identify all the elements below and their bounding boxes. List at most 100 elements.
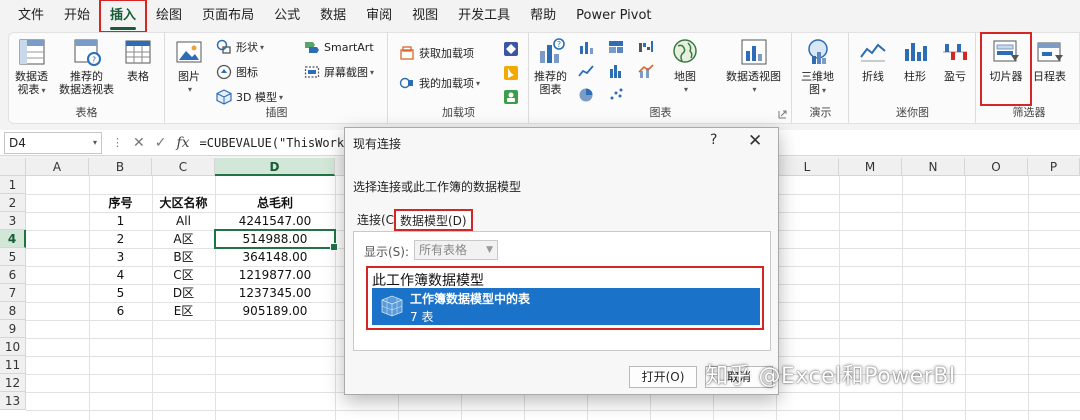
column-header-a[interactable]: A [26,158,89,176]
get-addins-button[interactable]: 获取加载项 [399,45,474,61]
scatter-chart-icon[interactable] [608,87,624,103]
table-cell[interactable]: 1237345.00 [215,284,335,302]
statistic-chart-icon[interactable] [608,63,624,79]
formula-input[interactable]: =CUBEVALUE("ThisWorkbo [200,136,360,150]
tab-file[interactable]: 文件 [8,0,54,32]
table-cell[interactable]: D区 [152,284,215,302]
row-header-12[interactable]: 12 [0,374,26,392]
show-select[interactable]: 所有表格 ▼ [414,240,498,260]
map-button[interactable]: 地图 ▾ [670,37,700,96]
tab-developer[interactable]: 开发工具 [448,0,520,32]
row-header-2[interactable]: 2 [0,194,26,212]
column-header-o[interactable]: O [965,158,1028,176]
sparkline-winloss-button[interactable]: 盈亏 [940,37,970,83]
tab-page-layout[interactable]: 页面布局 [192,0,264,32]
table-button[interactable]: 表格 [123,37,153,83]
row-header-13[interactable]: 13 [0,392,26,410]
table-cell[interactable]: 2 [89,230,152,248]
row-header-11[interactable]: 11 [0,356,26,374]
shapes-button[interactable]: 形状 ▾ [216,39,264,55]
row-header-1[interactable]: 1 [0,176,26,194]
recommended-charts-button[interactable]: ? 推荐的 图表 [534,37,567,96]
tab-power-pivot[interactable]: Power Pivot [566,0,661,32]
pivot-chart-button[interactable]: 数据透视图 ▾ [726,37,781,96]
header-cell-index[interactable]: 序号 [89,194,152,212]
timeline-button[interactable]: 日程表 [1033,37,1066,83]
row-header-4[interactable]: 4 [0,230,26,248]
tab-home[interactable]: 开始 [54,0,100,32]
waterfall-chart-icon[interactable] [638,39,654,55]
column-header-c[interactable]: C [152,158,215,176]
tab-review[interactable]: 审阅 [356,0,402,32]
slicer-button[interactable]: 切片器 [980,32,1032,106]
combo-chart-icon[interactable] [638,63,654,79]
table-cell[interactable]: 4241547.00 [215,212,335,230]
column-header-b[interactable]: B [89,158,152,176]
row-header-3[interactable]: 3 [0,212,26,230]
hierarchy-chart-icon[interactable] [608,39,624,55]
column-header-p[interactable]: P [1028,158,1080,176]
screenshot-button[interactable]: 屏幕截图 ▾ [304,64,374,80]
table-cell[interactable]: 905189.00 [215,302,335,320]
more-options-icon[interactable]: ⋮ [112,136,123,149]
row-header-9[interactable]: 9 [0,320,26,338]
column-chart-icon[interactable] [578,39,594,55]
line-chart-icon[interactable] [578,63,594,79]
column-header-d[interactable]: D [215,158,335,176]
select-all-corner[interactable] [0,158,26,176]
help-icon[interactable]: ? [710,132,717,148]
table-cell[interactable]: 1219877.00 [215,266,335,284]
header-cell-gross-profit[interactable]: 总毛利 [215,194,335,212]
tab-formulas[interactable]: 公式 [264,0,310,32]
tab-data[interactable]: 数据 [310,0,356,32]
column-header-m[interactable]: M [839,158,902,176]
tab-data-model[interactable]: 数据模型(D) [394,209,473,231]
table-cell[interactable]: C区 [152,266,215,284]
column-header-n[interactable]: N [902,158,965,176]
table-cell[interactable]: 3 [89,248,152,266]
table-cell[interactable]: 4 [89,266,152,284]
cell-selection-box[interactable] [214,229,338,251]
tab-insert[interactable]: 插入 [99,0,148,33]
table-cell[interactable]: 5 [89,284,152,302]
table-cell[interactable]: 364148.00 [215,248,335,266]
tab-view[interactable]: 视图 [402,0,448,32]
row-header-10[interactable]: 10 [0,338,26,356]
table-cell[interactable]: All [152,212,215,230]
list-item-workbook-tables[interactable]: 工作簿数据模型中的表 7 表 [372,288,760,325]
map-3d-button[interactable]: 三维地 图 ▾ [801,37,834,97]
recommended-pivot-button[interactable]: ? 推荐的 数据透视表 [59,37,114,96]
row-header-5[interactable]: 5 [0,248,26,266]
close-icon[interactable]: ✕ [748,131,762,151]
dialog-launcher-icon[interactable] [778,110,787,119]
open-button[interactable]: 打开(O) [629,366,697,388]
sparkline-line-button[interactable]: 折线 [858,37,888,83]
enter-formula-icon[interactable]: ✓ [155,135,167,151]
people-graph-icon[interactable] [503,89,519,105]
smartart-button[interactable]: SmartArt [304,39,374,55]
pictures-button[interactable]: 图片 ▾ [174,37,204,96]
sparkline-column-button[interactable]: 柱形 [900,37,930,83]
name-box[interactable]: D4 ▾ [4,131,102,154]
row-header-7[interactable]: 7 [0,284,26,302]
row-header-6[interactable]: 6 [0,266,26,284]
pie-chart-icon[interactable] [578,87,594,103]
row-header-8[interactable]: 8 [0,302,26,320]
cancel-formula-icon[interactable]: ✕ [133,135,145,151]
icons-button[interactable]: 图标 [216,64,258,80]
tab-help[interactable]: 帮助 [520,0,566,32]
pivot-table-button[interactable]: 数据透 视表 ▾ [15,37,48,97]
my-addins-button[interactable]: 我的加载项 ▾ [399,75,480,91]
bing-maps-icon[interactable] [503,65,519,81]
insert-function-icon[interactable]: fx [176,135,189,151]
visio-icon[interactable] [503,41,519,57]
tab-draw[interactable]: 绘图 [146,0,192,32]
name-box-dropdown-icon[interactable]: ▾ [93,138,97,147]
table-cell[interactable]: B区 [152,248,215,266]
column-header-l[interactable]: L [776,158,839,176]
table-cell[interactable]: A区 [152,230,215,248]
table-cell[interactable]: E区 [152,302,215,320]
table-cell[interactable]: 1 [89,212,152,230]
table-cell[interactable]: 6 [89,302,152,320]
model-3d-button[interactable]: 3D 模型 ▾ [216,89,283,105]
